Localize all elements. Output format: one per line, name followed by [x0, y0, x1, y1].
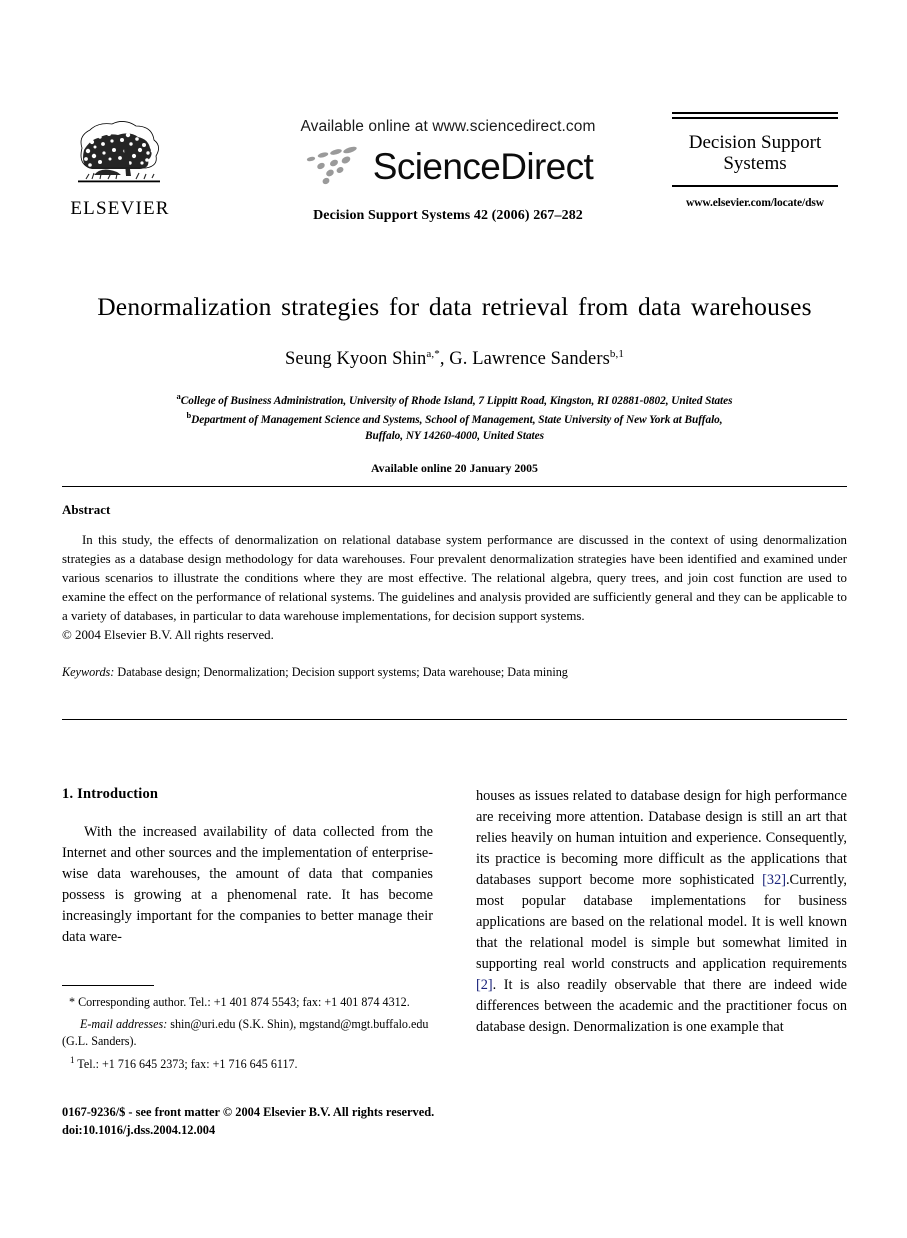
imprint-front-matter: 0167-9236/$ - see front matter © 2004 El…	[62, 1105, 435, 1119]
keywords-value: Database design; Denormalization; Decisi…	[114, 664, 568, 679]
affiliations: aCollege of Business Administration, Uni…	[62, 390, 847, 444]
journal-title-box: Decision Support Systems www.elsevier.co…	[672, 112, 838, 209]
journal-homepage-url[interactable]: www.elsevier.com/locate/dsw	[672, 197, 838, 209]
available-online-text: Available online at www.sciencedirect.co…	[300, 118, 596, 135]
footnote-email-addresses: E-mail addresses: shin@uri.edu (S.K. Shi…	[62, 1016, 433, 1050]
keywords-label: Keywords:	[62, 664, 115, 679]
abstract-section: Abstract In this study, the effects of d…	[62, 502, 847, 680]
abstract-copyright: © 2004 Elsevier B.V. All rights reserved…	[62, 627, 274, 642]
intro-paragraph-left: With the increased availability of data …	[62, 824, 433, 946]
sciencedirect-wordmark: ScienceDirect	[372, 145, 594, 187]
sciencedirect-dots-icon	[306, 146, 357, 185]
body-column-left: 1. Introduction With the increased avail…	[62, 786, 433, 948]
footnote-separator-rule	[62, 985, 154, 986]
abstract-rule-bottom	[62, 719, 847, 720]
abstract-heading: Abstract	[62, 502, 111, 517]
journal-citation-line: Decision Support Systems 42 (2006) 267–2…	[313, 208, 583, 223]
available-online-date: Available online 20 January 2005	[371, 461, 538, 476]
abstract-body: In this study, the effects of denormaliz…	[62, 533, 847, 623]
affiliation-b-line2: Buffalo, NY 14260-4000, United States	[365, 430, 544, 443]
elsevier-logo: ELSEVIER	[64, 118, 176, 218]
body-column-right: houses as issues related to database des…	[476, 786, 847, 1038]
journal-box-rule-top	[672, 112, 838, 114]
journal-box-title: Decision Support Systems	[672, 119, 838, 186]
affiliation-b-line1: bDepartment of Management Science and Sy…	[186, 410, 723, 427]
footnote-email-label: E-mail addresses:	[80, 1017, 168, 1032]
abstract-rule-top	[62, 486, 847, 487]
section-heading-introduction: 1. Introduction	[62, 786, 159, 802]
footnote-corresponding-text: Corresponding author. Tel.: +1 401 874 5…	[75, 995, 410, 1009]
citation-link-32[interactable]: [32]	[762, 872, 786, 888]
footnote-note1-text: Tel.: +1 716 645 2373; fax: +1 716 645 6…	[74, 1056, 298, 1071]
citation-link-2[interactable]: [2]	[476, 977, 493, 993]
journal-box-title-line2: Systems	[723, 152, 787, 174]
intro-paragraph-right: houses as issues related to database des…	[476, 786, 847, 1038]
page-title: Denormalization strategies for data retr…	[97, 292, 812, 321]
journal-box-title-line1: Decision Support	[688, 131, 822, 153]
keywords-line: Keywords: Database design; Denormalizati…	[62, 665, 847, 680]
sciencedirect-block: Available online at www.sciencedirect.co…	[208, 118, 688, 224]
footnote-note-1: 1 Tel.: +1 716 645 2373; fax: +1 716 645…	[62, 1054, 433, 1073]
elsevier-tree-icon	[78, 121, 160, 183]
journal-box-rule-bottom	[672, 185, 838, 188]
elsevier-wordmark: ELSEVIER	[70, 198, 170, 219]
imprint-doi[interactable]: doi:10.1016/j.dss.2004.12.004	[62, 1122, 482, 1140]
author-list: Seung Kyoon Shina,*, G. Lawrence Sanders…	[285, 348, 624, 370]
masthead: ELSEVIER Available online at www.science…	[0, 0, 907, 265]
journal-article-page: ELSEVIER Available online at www.science…	[0, 0, 907, 1238]
imprint-block: 0167-9236/$ - see front matter © 2004 El…	[62, 1104, 482, 1139]
footnote-corresponding-author: * Corresponding author. Tel.: +1 401 874…	[62, 994, 433, 1011]
affiliation-a: aCollege of Business Administration, Uni…	[176, 391, 733, 408]
intro-right-part3: . It is also readily observable that the…	[476, 977, 847, 1036]
sciencedirect-logo: ScienceDirect	[208, 142, 688, 190]
title-block: Denormalization strategies for data retr…	[62, 292, 847, 476]
footnotes-block: * Corresponding author. Tel.: +1 401 874…	[62, 985, 433, 1073]
